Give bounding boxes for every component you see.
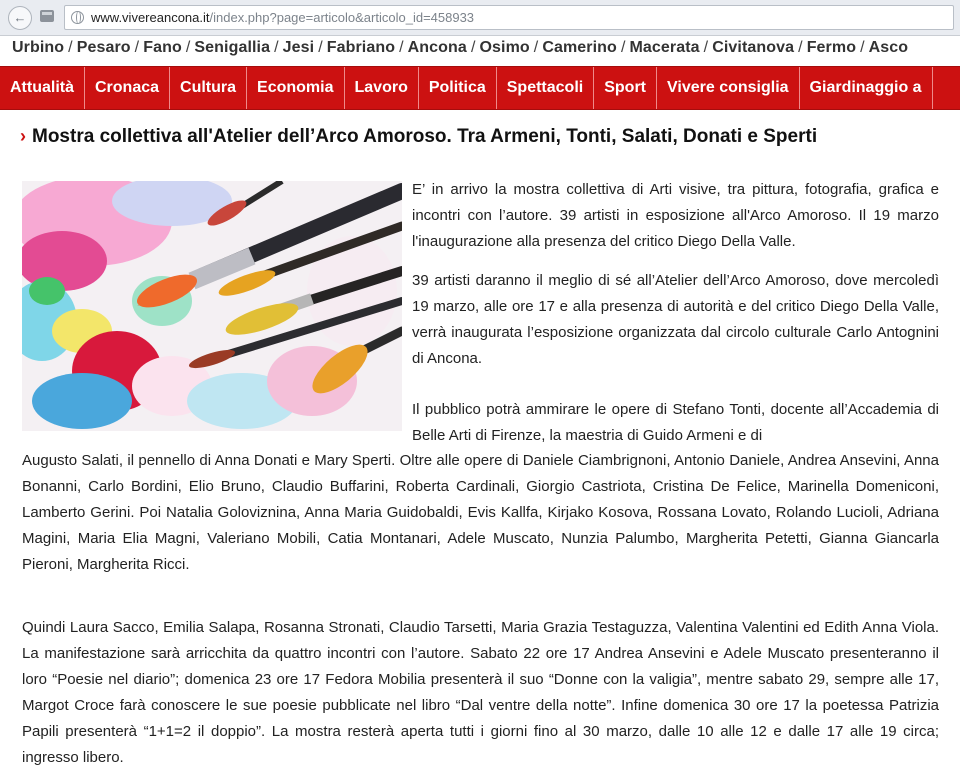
- city-link[interactable]: Pesaro: [77, 39, 131, 56]
- city-separator: /: [533, 39, 539, 56]
- city-separator: /: [399, 39, 404, 56]
- article-image: [22, 181, 402, 431]
- city-link[interactable]: Ancona: [408, 39, 467, 56]
- chevron-right-icon: ›: [20, 126, 26, 146]
- city-link[interactable]: Civitanova: [712, 39, 794, 56]
- address-bar[interactable]: www.vivereancona.it/index.php?page=artic…: [64, 5, 954, 30]
- city-separator: /: [620, 39, 626, 56]
- city-separator: /: [185, 39, 191, 56]
- city-link[interactable]: Urbino: [12, 39, 64, 56]
- city-link[interactable]: Senigallia: [194, 39, 270, 56]
- city-separator: /: [860, 39, 865, 56]
- city-link[interactable]: Asco: [869, 39, 909, 56]
- globe-icon: [71, 11, 84, 24]
- main-menu: Attualità Cronaca Cultura Economia Lavoro Pol…: [0, 66, 960, 110]
- article-paragraph-1: E’ in arrivo la mostra collettiva di Art…: [412, 181, 939, 250]
- city-link[interactable]: Camerino: [542, 39, 617, 56]
- city-separator: /: [274, 39, 279, 56]
- menu-item[interactable]: Giardinaggio a: [800, 67, 933, 109]
- city-separator: /: [470, 39, 476, 56]
- browser-toolbar: ← www.vivereancona.it/index.php?page=art…: [0, 0, 960, 36]
- city-link[interactable]: Macerata: [629, 39, 699, 56]
- city-separator: /: [318, 39, 323, 56]
- back-arrow-icon[interactable]: ←: [8, 6, 32, 30]
- city-separator: /: [68, 39, 73, 56]
- menu-item[interactable]: Sport: [594, 67, 657, 109]
- city-separator: /: [703, 39, 709, 56]
- menu-item[interactable]: Economia: [247, 67, 345, 109]
- city-link[interactable]: Fano: [143, 39, 182, 56]
- city-link[interactable]: Fermo: [807, 39, 856, 56]
- menu-item[interactable]: Cronaca: [85, 67, 171, 109]
- article-paragraph-4: Quindi Laura Sacco, Emilia Salapa, Rosan…: [22, 619, 939, 766]
- menu-item[interactable]: Politica: [419, 67, 497, 109]
- page-icon: [40, 10, 54, 22]
- city-navigation: Urbino / Pesaro / Fano / Senigallia / Jesi / Fabri…: [12, 39, 960, 61]
- menu-item[interactable]: Attualità: [0, 67, 85, 109]
- menu-item[interactable]: Vivere consiglia: [657, 67, 800, 109]
- article-paragraph-2: 39 artisti daranno il meglio di sé all’A…: [412, 272, 939, 367]
- article-paragraph-3b: Augusto Salati, il pennello di Anna Dona…: [22, 452, 939, 573]
- menu-item[interactable]: Spettacoli: [497, 67, 595, 109]
- city-separator: /: [134, 39, 140, 56]
- city-separator: /: [798, 39, 803, 56]
- city-link[interactable]: Jesi: [283, 39, 315, 56]
- article-title: › Mostra collettiva all'Atelier dell’Arco…: [20, 126, 818, 147]
- menu-item[interactable]: Cultura: [170, 67, 248, 109]
- menu-item[interactable]: Lavoro: [345, 67, 419, 109]
- article-paragraph-3a: Il pubblico potrà ammirare le opere di S…: [412, 401, 939, 444]
- city-link[interactable]: Osimo: [479, 39, 529, 56]
- url-text[interactable]: www.vivereancona.it/index.php?page=artic…: [91, 10, 474, 25]
- city-link[interactable]: Fabriano: [327, 39, 395, 56]
